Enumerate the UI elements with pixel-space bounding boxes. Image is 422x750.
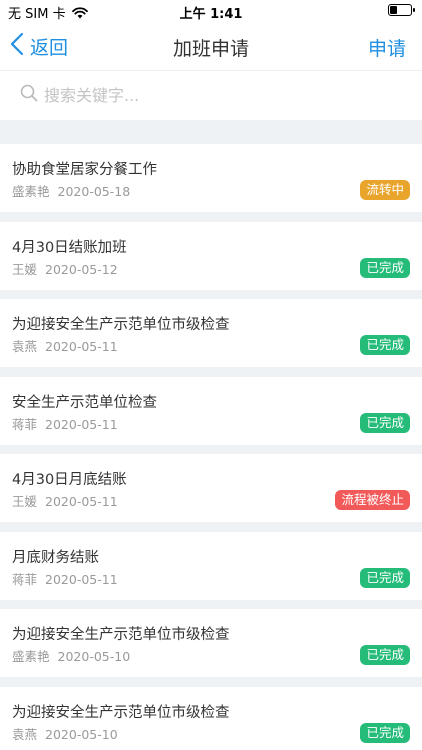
status-badge: 已完成 [360,567,410,588]
status-time: 上午 1:41 [179,7,243,22]
item-meta: 盛素艳 2020-05-10 [12,646,130,665]
list-item[interactable]: 协助食堂居家分餐工作 盛素艳 2020-05-18 流转中 [0,144,422,212]
list-item[interactable]: 4月30日结账加班 王媛 2020-05-12 已完成 [0,221,422,290]
item-title: 为迎接安全生产示范单位市级检查 [12,704,230,721]
item-title: 为迎接安全生产示范单位市级检查 [12,627,230,643]
status-badge: 已完成 [360,645,410,665]
item-title: 为迎接安全生产示范单位市级检查 [12,317,230,333]
item-title: 4月30日结账加班 [12,239,127,256]
divider [0,70,422,71]
item-meta: 袁燕 2020-05-11 [12,336,118,355]
item-meta: 袁燕 2020-05-10 [12,724,118,743]
item-person: 盛素艳 [12,184,50,199]
item-person: 盛素艳 [12,649,50,664]
search-box [20,80,402,110]
status-badge: 已完成 [360,257,410,278]
list-item[interactable]: 为迎接安全生产示范单位市级检查 盛素艳 2020-05-10 已完成 [0,609,422,677]
page-title: 加班申请 [172,38,249,60]
item-title: 协助食堂居家分餐工作 [12,162,157,178]
list-item[interactable]: 月底财务结账 蒋菲 2020-05-11 已完成 [0,531,422,600]
status-badge: 流程被终止 [335,490,410,510]
app-screen: 无 SIM 卡 上午 1:41 返回 加班申请 申请 搜索关键字... 协助食堂… [0,0,422,750]
search-bar [0,70,422,120]
item-meta: 蒋菲 2020-05-11 [12,414,118,433]
item-meta: 盛素艳 2020-05-18 [12,181,130,200]
item-person: 蒋菲 [12,571,38,587]
status-bar: 无 SIM 卡 上午 1:41 [0,0,422,22]
battery-icon [388,4,415,16]
list-item[interactable]: 4月30日月底结账 王媛 2020-05-11 流程被终止 [0,454,422,522]
item-title: 4月30日月底结账 [12,472,127,488]
item-date: 2020-05-10 [57,649,131,664]
status-badge: 已完成 [360,335,410,355]
item-title: 月底财务结账 [12,549,99,566]
item-person: 袁燕 [12,726,38,742]
item-person: 王媛 [12,494,38,509]
item-date: 2020-05-18 [57,184,131,199]
item-person: 袁燕 [12,339,38,354]
item-person: 蒋菲 [12,416,38,432]
item-date: 2020-05-11 [45,571,118,587]
list-item[interactable]: 为迎接安全生产示范单位市级检查 袁燕 2020-05-11 已完成 [0,299,422,367]
item-title: 安全生产示范单位检查 [12,394,157,411]
search-input[interactable] [44,85,402,105]
apply-button[interactable]: 申请 [368,34,406,61]
search-icon [20,84,38,106]
item-date: 2020-05-11 [45,494,118,509]
list-item[interactable]: 为迎接安全生产示范单位市级检查 袁燕 2020-05-10 已完成 [0,686,422,750]
list-item[interactable]: 安全生产示范单位检查 蒋菲 2020-05-11 已完成 [0,376,422,445]
item-person: 王媛 [12,261,38,277]
item-date: 2020-05-11 [45,339,118,354]
item-meta: 王媛 2020-05-12 [12,259,118,278]
status-badge: 流转中 [360,180,410,200]
status-badge: 已完成 [360,412,410,433]
status-badge: 已完成 [360,722,410,743]
item-meta: 王媛 2020-05-11 [12,491,118,510]
item-date: 2020-05-10 [45,726,118,742]
nav-bar: 返回 加班申请 申请 [0,22,422,70]
item-meta: 蒋菲 2020-05-11 [12,569,118,588]
item-date: 2020-05-12 [45,261,118,277]
item-date: 2020-05-11 [45,416,118,432]
